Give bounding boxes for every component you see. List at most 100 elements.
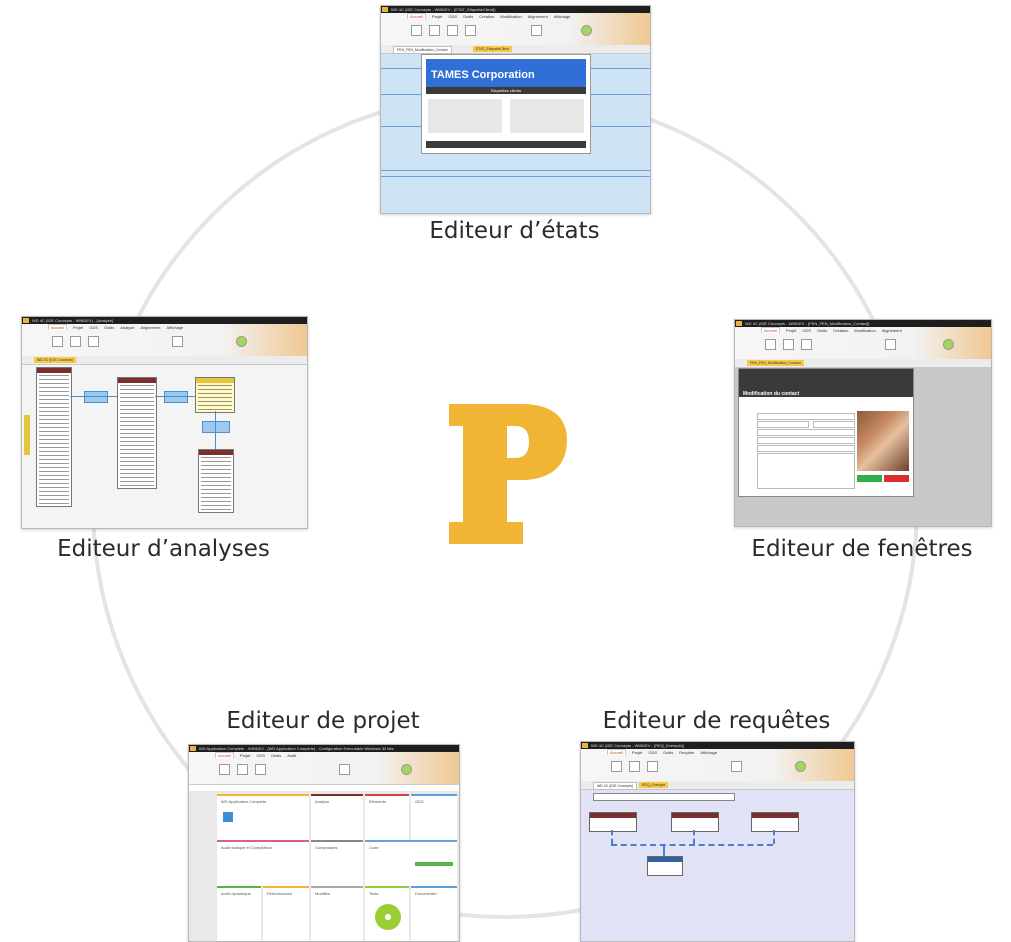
- fenetres-ok-button: [857, 475, 882, 482]
- projet-panel-elements: Éléments: [365, 794, 409, 840]
- etats-app-icon: [382, 7, 388, 12]
- projet-panel-audit: Audit statique et Compilation: [217, 840, 309, 886]
- fenetres-field: [813, 421, 855, 428]
- analyses-table-produit: [198, 449, 234, 513]
- analyses-app-icon: [23, 318, 29, 323]
- analyses-link: [70, 396, 117, 397]
- fenetres-doc-tab: FEN_FEN_Modification_Contact: [747, 360, 804, 366]
- etats-doc-tabs: FEN_FEN_Modification_Contact ETAT_Etique…: [381, 45, 650, 54]
- requetes-app-icon: [582, 743, 588, 748]
- etats-ribbon-tabs: Accueil Projet GDS Outils Création Modificati…: [407, 13, 576, 19]
- requetes-join-line: [611, 830, 613, 844]
- analyses-table-client: [36, 367, 72, 507]
- projet-ribbon-tabs: Accueil Projet GDS Outils Audit: [215, 752, 302, 758]
- requetes-workspace: [581, 790, 854, 941]
- projet-panel-title: Analyse: [315, 799, 330, 804]
- projet-ribbon-icon: [255, 764, 266, 775]
- projet-panel-title: Modifiés: [315, 891, 330, 896]
- etats-card-subtitle: Etiquettes clients: [426, 87, 586, 94]
- projet-title-bar: WD Application Complete - WINDEV - [WD A…: [189, 745, 459, 752]
- projet-panel-title: Audit statique et Compilation: [221, 845, 272, 850]
- projet-panel-documenter: Documenter: [411, 886, 457, 941]
- requetes-table-client: [589, 812, 637, 832]
- analyses-doc-tab: WD 4C (IDE Concepts): [34, 357, 77, 363]
- requetes-ribbon-icon: [629, 761, 640, 772]
- requetes-table-commande: [671, 812, 719, 832]
- analyses-help-icon: [236, 336, 247, 347]
- fenetres-window-title: Modification du contact: [743, 391, 800, 397]
- fenetres-ribbon-icon: [801, 339, 812, 350]
- etats-label-card: TAMES Corporation Etiquettes clients: [421, 54, 591, 154]
- projet-caption: Editeur de projet: [226, 708, 420, 734]
- requetes-editor-screenshot[interactable]: WD 4C (IDE Concepts - WINDEV - [REQ_Exem…: [580, 741, 855, 942]
- projet-panel-performances: Performances: [263, 886, 309, 941]
- projet-ribbon-icon: [219, 764, 230, 775]
- etats-ribbon-icon: [531, 25, 542, 36]
- projet-panel-gds: GDS: [411, 794, 457, 840]
- projet-panel-audit-dynamique: Audit dynamique: [217, 886, 261, 941]
- fenetres-window-header: Modification du contact: [739, 369, 913, 397]
- projet-panel-title: Code: [369, 845, 379, 850]
- analyses-ribbon-icon: [52, 336, 63, 347]
- projet-panel-title: GDS: [415, 799, 424, 804]
- projet-ribbon-icon: [339, 764, 350, 775]
- analyses-side-tab: [24, 415, 30, 455]
- projet-panel-title: Audit dynamique: [221, 891, 251, 896]
- projet-app-icon: [190, 746, 196, 751]
- etats-card-footer: [426, 141, 586, 148]
- analyses-ribbon-tabs: Accueil Projet GDS Outils Analyse Alignement A…: [48, 324, 189, 330]
- analyses-ribbon-icon: [70, 336, 81, 347]
- requetes-ribbon-icon: [647, 761, 658, 772]
- requetes-join-line: [611, 844, 773, 846]
- analyses-table-commande: [117, 377, 157, 489]
- fenetres-title-text: WD 4C (IDE Concepts - WINDEV - [FEN_FEN_…: [745, 321, 870, 326]
- fenetres-help-icon: [943, 339, 954, 350]
- requetes-doc-tab-other: WD 4C (IDE Concepts): [593, 782, 638, 790]
- analyses-link: [155, 396, 195, 397]
- analyses-title-text: WD 4C (IDE Concepts - WINDEV) - [Analyse…: [32, 318, 113, 323]
- analyses-doc-tabs: WD 4C (IDE Concepts): [22, 356, 307, 365]
- projet-editor-screenshot[interactable]: WD Application Complete - WINDEV - [WD A…: [188, 744, 460, 942]
- etats-doc-tab-active: ETAT_EtiquetteClient: [473, 46, 513, 52]
- projet-app-icon-tile: [223, 812, 233, 822]
- requetes-doc-tab-active: REQ_Exemple: [639, 782, 669, 788]
- projet-help-icon: [401, 764, 412, 775]
- fenetres-field: [757, 429, 855, 436]
- fenetres-ribbon-icon: [885, 339, 896, 350]
- etats-title-text: WD 4C (IDE Concepts - WINDEV - [ETAT_Eti…: [391, 7, 496, 12]
- requetes-doc-tabs: WD 4C (IDE Concepts) REQ_Exemple: [581, 781, 854, 790]
- etats-editor-screenshot[interactable]: WD 4C (IDE Concepts - WINDEV - [ETAT_Eti…: [380, 5, 651, 214]
- fenetres-ribbon: Accueil Projet GDS Outils Création Modificati…: [735, 327, 991, 360]
- etats-ribbon: Accueil Projet GDS Outils Création Modificati…: [381, 13, 650, 46]
- projet-code-bar: [415, 862, 453, 866]
- projet-panel-title: Éléments: [369, 799, 386, 804]
- analyses-ribbon-icon: [172, 336, 183, 347]
- projet-title-text: WD Application Complete - WINDEV - [WD A…: [199, 746, 394, 751]
- etats-address-box: [510, 99, 584, 133]
- fenetres-ribbon-icon: [783, 339, 794, 350]
- etats-company-name: TAMES Corporation: [431, 69, 535, 81]
- projet-panel-main: WD Application Complete: [217, 794, 309, 840]
- projet-panel-title: Performances: [267, 891, 292, 896]
- fenetres-workspace: Modification du contact: [735, 368, 991, 526]
- requetes-join-line: [693, 830, 695, 844]
- analyses-editor-screenshot[interactable]: WD 4C (IDE Concepts - WINDEV) - [Analyse…: [21, 316, 308, 529]
- requetes-title-bar: WD 4C (IDE Concepts - WINDEV - [REQ_Exem…: [581, 742, 854, 749]
- etats-ribbon-icon: [411, 25, 422, 36]
- fenetres-cancel-button: [884, 475, 909, 482]
- projet-panel-title: WD Application Complete: [221, 799, 267, 804]
- projet-ribbon-icon: [237, 764, 248, 775]
- fenetres-doc-tabs: FEN_FEN_Modification_Contact: [735, 359, 991, 368]
- fenetres-editor-screenshot[interactable]: WD 4C (IDE Concepts - WINDEV - [FEN_FEN_…: [734, 319, 992, 527]
- etats-help-icon: [581, 25, 592, 36]
- etats-ribbon-icon: [429, 25, 440, 36]
- fenetres-field: [757, 421, 809, 428]
- fenetres-contact-photo: [857, 411, 909, 471]
- fenetres-field: [757, 413, 855, 420]
- etats-ribbon-icon: [465, 25, 476, 36]
- projet-panel-modifies: Modifiés: [311, 886, 363, 941]
- analyses-title-bar: WD 4C (IDE Concepts - WINDEV) - [Analyse…: [22, 317, 307, 324]
- requetes-table-produit: [647, 856, 683, 876]
- analyses-caption: Editeur d’analyses: [57, 536, 270, 562]
- requetes-caption: Editeur de requêtes: [602, 708, 831, 734]
